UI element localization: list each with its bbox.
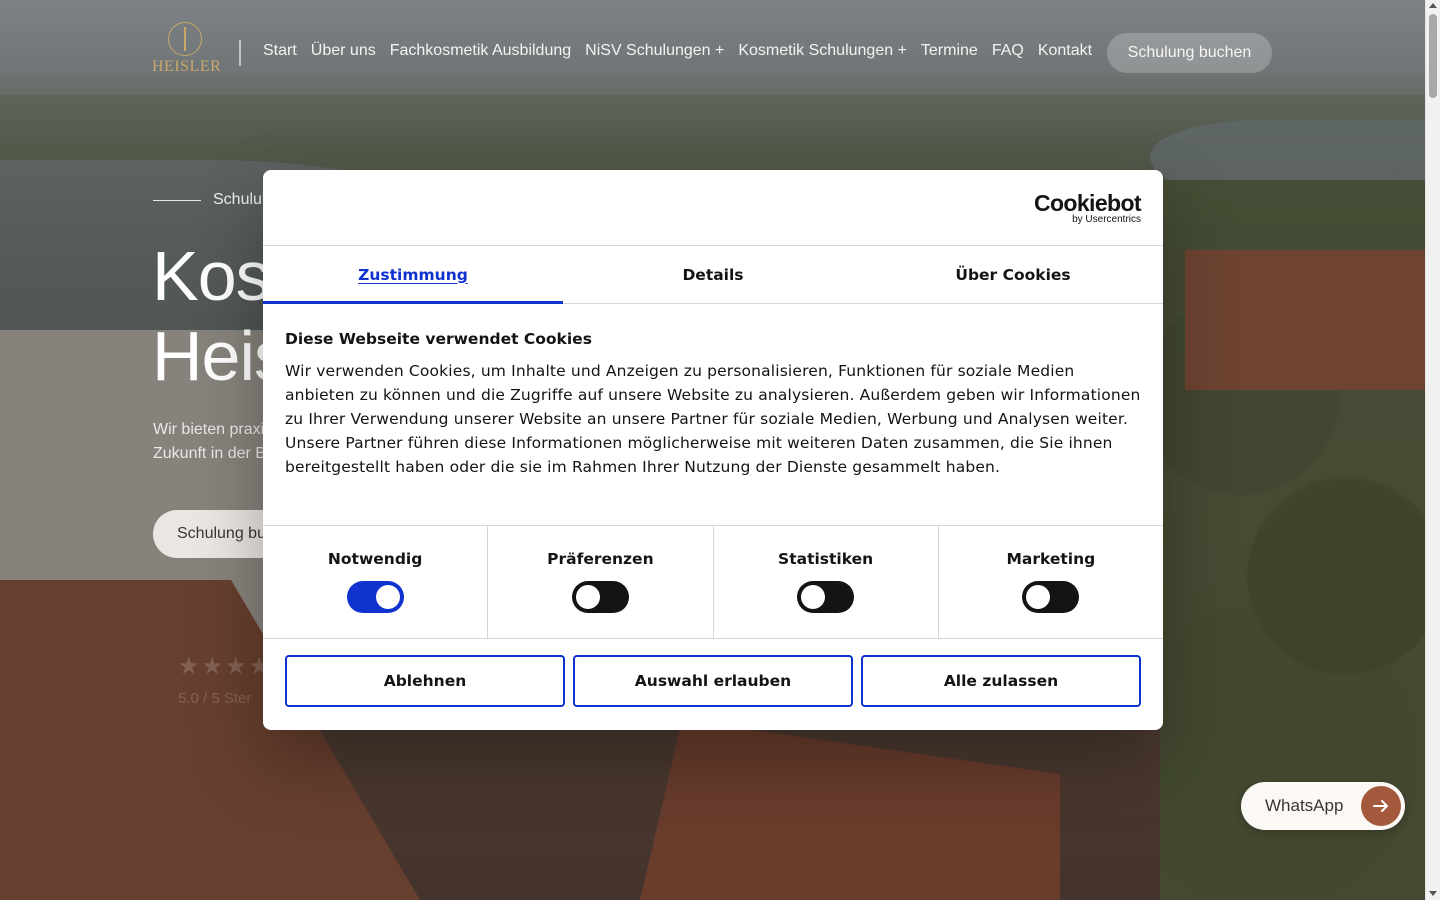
- cookie-consent-dialog: Cookiebot by Usercentrics Zustimmung Det…: [263, 170, 1163, 730]
- site-header: HEISLER Start Über uns Fachkosmetik Ausb…: [0, 0, 1425, 105]
- category-label-notwendig: Notwendig: [327, 550, 423, 568]
- cookie-dialog-text: Wir verwenden Cookies, um Inhalte und An…: [285, 362, 1141, 476]
- scrollbar-thumb[interactable]: [1429, 14, 1437, 98]
- category-notwendig: Notwendig: [263, 526, 489, 638]
- toggle-statistiken[interactable]: [797, 581, 855, 613]
- cookie-action-buttons: Ablehnen Auswahl erlauben Alle zulassen: [263, 639, 1163, 723]
- toggle-praeferenzen[interactable]: [571, 581, 629, 613]
- toggle-notwendig[interactable]: [346, 581, 404, 613]
- logo-text: HEISLER: [152, 58, 222, 75]
- logo-emblem-icon: [168, 22, 202, 56]
- cookie-tabs: Zustimmung Details Über Cookies: [263, 246, 1163, 304]
- hero-subtitle-line-1: Wir bieten praxi: [153, 421, 265, 438]
- category-statistiken: Statistiken: [714, 526, 939, 638]
- header-book-button[interactable]: Schulung buchen: [1107, 33, 1272, 73]
- nav-item-termine[interactable]: Termine: [921, 42, 978, 60]
- nav-item-kosmetik-schulungen[interactable]: Kosmetik Schulungen +: [738, 42, 907, 60]
- whatsapp-label: WhatsApp: [1265, 796, 1344, 815]
- nav-item-ueber-uns[interactable]: Über uns: [311, 42, 376, 60]
- toggle-knob: [375, 585, 400, 609]
- hero-subtitle: Wir bieten praxi Zukunft in der B: [153, 418, 266, 466]
- cookiebot-brand-name: Cookiebot: [1033, 190, 1142, 216]
- page-scrollbar[interactable]: [1425, 0, 1440, 900]
- site-logo[interactable]: HEISLER: [152, 22, 222, 80]
- toggle-knob: [575, 585, 600, 609]
- toggle-knob: [1026, 585, 1051, 609]
- toggle-marketing[interactable]: [1022, 581, 1080, 613]
- toggle-knob: [801, 585, 826, 609]
- category-marketing: Marketing: [939, 526, 1163, 638]
- tab-ueber-cookies[interactable]: Über Cookies: [863, 246, 1163, 303]
- arrow-right-icon: [1361, 786, 1401, 826]
- nav-item-start[interactable]: Start: [263, 42, 297, 60]
- cookiebot-logo[interactable]: Cookiebot by Usercentrics: [1033, 190, 1142, 226]
- cookie-dialog-title: Diese Webseite verwendet Cookies: [285, 330, 592, 348]
- nav-item-nisv-schulungen[interactable]: NiSV Schulungen +: [585, 42, 724, 60]
- allow-all-button[interactable]: Alle zulassen: [861, 655, 1141, 707]
- hero-subtitle-line-2: Zukunft in der B: [153, 445, 266, 462]
- decline-button[interactable]: Ablehnen: [285, 655, 565, 707]
- arrow-right-svg: [1373, 800, 1388, 812]
- rating-text: 5.0 / 5 Ster: [178, 690, 252, 707]
- eyebrow-line: [153, 200, 201, 201]
- rating-stars-icon: ★★★★: [178, 653, 273, 680]
- tab-zustimmung[interactable]: Zustimmung: [263, 246, 563, 304]
- header-divider: [239, 40, 241, 66]
- cookie-category-toggles: Notwendig Präferenzen Statistiken Market…: [263, 526, 1163, 639]
- category-praeferenzen: Präferenzen: [488, 526, 714, 638]
- nav-item-faq[interactable]: FAQ: [992, 42, 1024, 60]
- scroll-up-arrow-icon[interactable]: [1429, 3, 1437, 8]
- category-label-marketing: Marketing: [1006, 550, 1096, 568]
- tab-details[interactable]: Details: [563, 246, 863, 303]
- cookie-dialog-body: Diese Webseite verwendet Cookies Wir ver…: [263, 304, 1163, 526]
- cookie-dialog-header: Cookiebot by Usercentrics: [263, 170, 1163, 246]
- nav-item-kontakt[interactable]: Kontakt: [1038, 42, 1092, 60]
- whatsapp-button[interactable]: WhatsApp: [1241, 782, 1405, 830]
- scroll-down-arrow-icon[interactable]: [1429, 891, 1437, 896]
- category-label-praeferenzen: Präferenzen: [547, 550, 654, 568]
- main-nav: Start Über uns Fachkosmetik Ausbildung N…: [263, 42, 1092, 60]
- category-label-statistiken: Statistiken: [778, 550, 874, 568]
- allow-selection-button[interactable]: Auswahl erlauben: [573, 655, 853, 707]
- nav-item-fachkosmetik-ausbildung[interactable]: Fachkosmetik Ausbildung: [390, 42, 571, 60]
